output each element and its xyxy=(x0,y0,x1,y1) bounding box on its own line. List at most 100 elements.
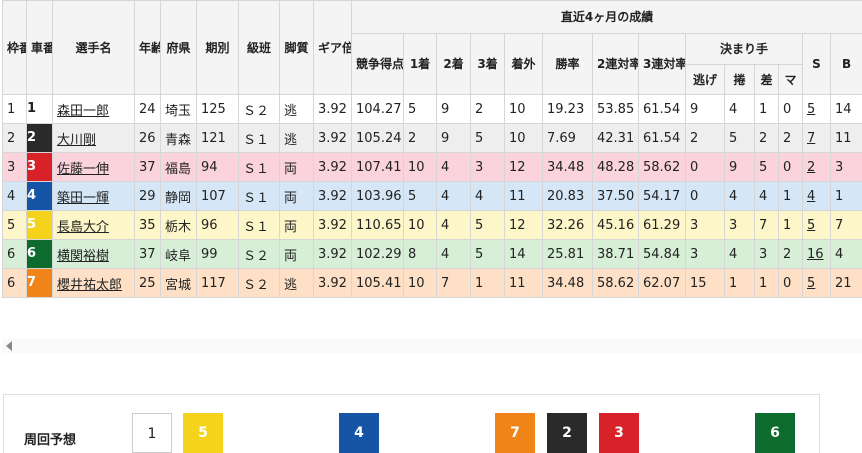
waku-cell: 4 xyxy=(2,181,27,211)
prefecture-cell: 栃木 xyxy=(160,210,197,240)
s-count-link[interactable]: 5 xyxy=(807,276,815,291)
s-count-link[interactable]: 16 xyxy=(807,247,824,262)
waku-cell: 3 xyxy=(2,152,27,182)
rate2-cell: 45.16 xyxy=(592,210,639,240)
second-cell: 4 xyxy=(436,181,471,211)
table-row: 6 6 横関裕樹 37 岐阜 99 Ｓ２ 両 3.92 102.29 8 4 5 14 25.81 38.71… xyxy=(2,239,862,269)
makuri-cell: 4 xyxy=(724,239,755,269)
ma-cell: 0 xyxy=(778,94,803,124)
style-cell: 両 xyxy=(279,152,314,182)
car-number-badge: 4 xyxy=(27,182,52,210)
out-cell: 10 xyxy=(504,94,543,124)
s-count-link[interactable]: 7 xyxy=(807,131,815,146)
ma-cell: 2 xyxy=(778,123,803,153)
racer-name-link[interactable]: 築田一輝 xyxy=(57,191,109,206)
b-count-cell: 3 xyxy=(829,152,862,182)
rank-cell: Ｓ１ xyxy=(238,152,280,182)
rank-cell: Ｓ１ xyxy=(238,210,280,240)
third-cell: 1 xyxy=(470,268,505,298)
col-name: 選手名 xyxy=(52,0,135,95)
car-number-cell: 5 xyxy=(26,210,53,240)
table-row: 1 1 森田一郎 24 埼玉 125 Ｓ２ 逃 3.92 104.27 5 9 2 10 19.23 53.8… xyxy=(2,94,862,124)
rate2-cell: 53.85 xyxy=(592,94,639,124)
table-row: 3 3 佐藤一伸 37 福島 94 Ｓ１ 両 3.92 107.41 10 4 3 12 34.48 48.2… xyxy=(2,152,862,182)
term-cell: 96 xyxy=(196,210,239,240)
forecast-car: 1 xyxy=(132,413,172,453)
racer-name-link-cell: 森田一郎 xyxy=(52,94,135,124)
forecast-car: 5 xyxy=(183,413,223,453)
score-cell: 102.29 xyxy=(351,239,404,269)
car-number-cell: 1 xyxy=(26,94,53,124)
sashi-cell: 5 xyxy=(754,152,779,182)
second-cell: 9 xyxy=(436,123,471,153)
gear-cell: 3.92 xyxy=(313,210,352,240)
col-age: 年齢 xyxy=(134,0,161,95)
style-cell: 逃 xyxy=(279,268,314,298)
racer-name-link[interactable]: 長島大介 xyxy=(57,220,109,235)
ma-cell: 2 xyxy=(778,239,803,269)
score-cell: 107.41 xyxy=(351,152,404,182)
first-cell: 5 xyxy=(403,181,437,211)
b-count-cell: 14 xyxy=(829,94,862,124)
prefecture-cell: 福島 xyxy=(160,152,197,182)
racer-name-link-cell: 佐藤一伸 xyxy=(52,152,135,182)
nige-cell: 0 xyxy=(685,152,725,182)
age-cell: 24 xyxy=(134,94,161,124)
racer-name-link-cell: 大川剛 xyxy=(52,123,135,153)
makuri-cell: 1 xyxy=(724,268,755,298)
rank-cell: Ｓ２ xyxy=(238,94,280,124)
racer-name-link[interactable]: 櫻井祐太郎 xyxy=(57,278,122,293)
col-gear: ギア倍率 xyxy=(313,0,352,95)
waku-cell: 6 xyxy=(2,268,27,298)
col-rate3: 3連対率 xyxy=(638,33,686,95)
racer-name-link[interactable]: 大川剛 xyxy=(57,133,96,148)
s-count-link-cell: 16 xyxy=(802,239,831,269)
b-count-cell: 7 xyxy=(829,210,862,240)
second-cell: 4 xyxy=(436,239,471,269)
car-number-badge: 6 xyxy=(27,240,52,268)
rate2-cell: 38.71 xyxy=(592,239,639,269)
forecast-car: 6 xyxy=(755,413,795,453)
age-cell: 26 xyxy=(134,123,161,153)
gear-cell: 3.92 xyxy=(313,239,352,269)
racer-name-link[interactable]: 佐藤一伸 xyxy=(57,162,109,177)
col-win-rate: 勝率 xyxy=(542,33,593,95)
third-cell: 2 xyxy=(470,94,505,124)
rate3-cell: 61.54 xyxy=(638,94,686,124)
s-count-link[interactable]: 4 xyxy=(807,189,815,204)
s-count-link[interactable]: 5 xyxy=(807,218,815,233)
score-cell: 104.27 xyxy=(351,94,404,124)
s-count-link[interactable]: 2 xyxy=(807,160,815,175)
s-count-link[interactable]: 5 xyxy=(807,102,815,117)
forecast-car: 4 xyxy=(339,413,379,453)
horizontal-scrollbar[interactable] xyxy=(2,339,862,353)
second-cell: 4 xyxy=(436,210,471,240)
sashi-cell: 4 xyxy=(754,181,779,211)
col-third: 3着 xyxy=(470,33,505,95)
score-cell: 110.65 xyxy=(351,210,404,240)
col-style: 脚質 xyxy=(279,0,314,95)
racer-name-link[interactable]: 森田一郎 xyxy=(57,104,109,119)
second-cell: 9 xyxy=(436,94,471,124)
col-nige: 逃げ xyxy=(685,64,725,95)
race-entry-table: 枠番 車番 選手名 年齢 府県 期別 級班 脚質 ギア倍率 直近4ヶ月の成績 競… xyxy=(2,0,862,298)
rate3-cell: 54.17 xyxy=(638,181,686,211)
forecast-car: 3 xyxy=(599,413,639,453)
makuri-cell: 4 xyxy=(724,94,755,124)
makuri-cell: 5 xyxy=(724,123,755,153)
waku-cell: 2 xyxy=(2,123,27,153)
rate2-cell: 48.28 xyxy=(592,152,639,182)
nige-cell: 9 xyxy=(685,94,725,124)
gear-cell: 3.92 xyxy=(313,94,352,124)
third-cell: 5 xyxy=(470,210,505,240)
rank-cell: Ｓ２ xyxy=(238,268,280,298)
racer-name-link[interactable]: 横関裕樹 xyxy=(57,249,109,264)
scroll-left-arrow-icon[interactable] xyxy=(6,341,12,351)
prefecture-cell: 埼玉 xyxy=(160,94,197,124)
first-cell: 10 xyxy=(403,152,437,182)
s-count-link-cell: 7 xyxy=(802,123,831,153)
car-number-cell: 6 xyxy=(26,239,53,269)
third-cell: 5 xyxy=(470,239,505,269)
col-waku: 枠番 xyxy=(2,0,27,95)
term-cell: 94 xyxy=(196,152,239,182)
